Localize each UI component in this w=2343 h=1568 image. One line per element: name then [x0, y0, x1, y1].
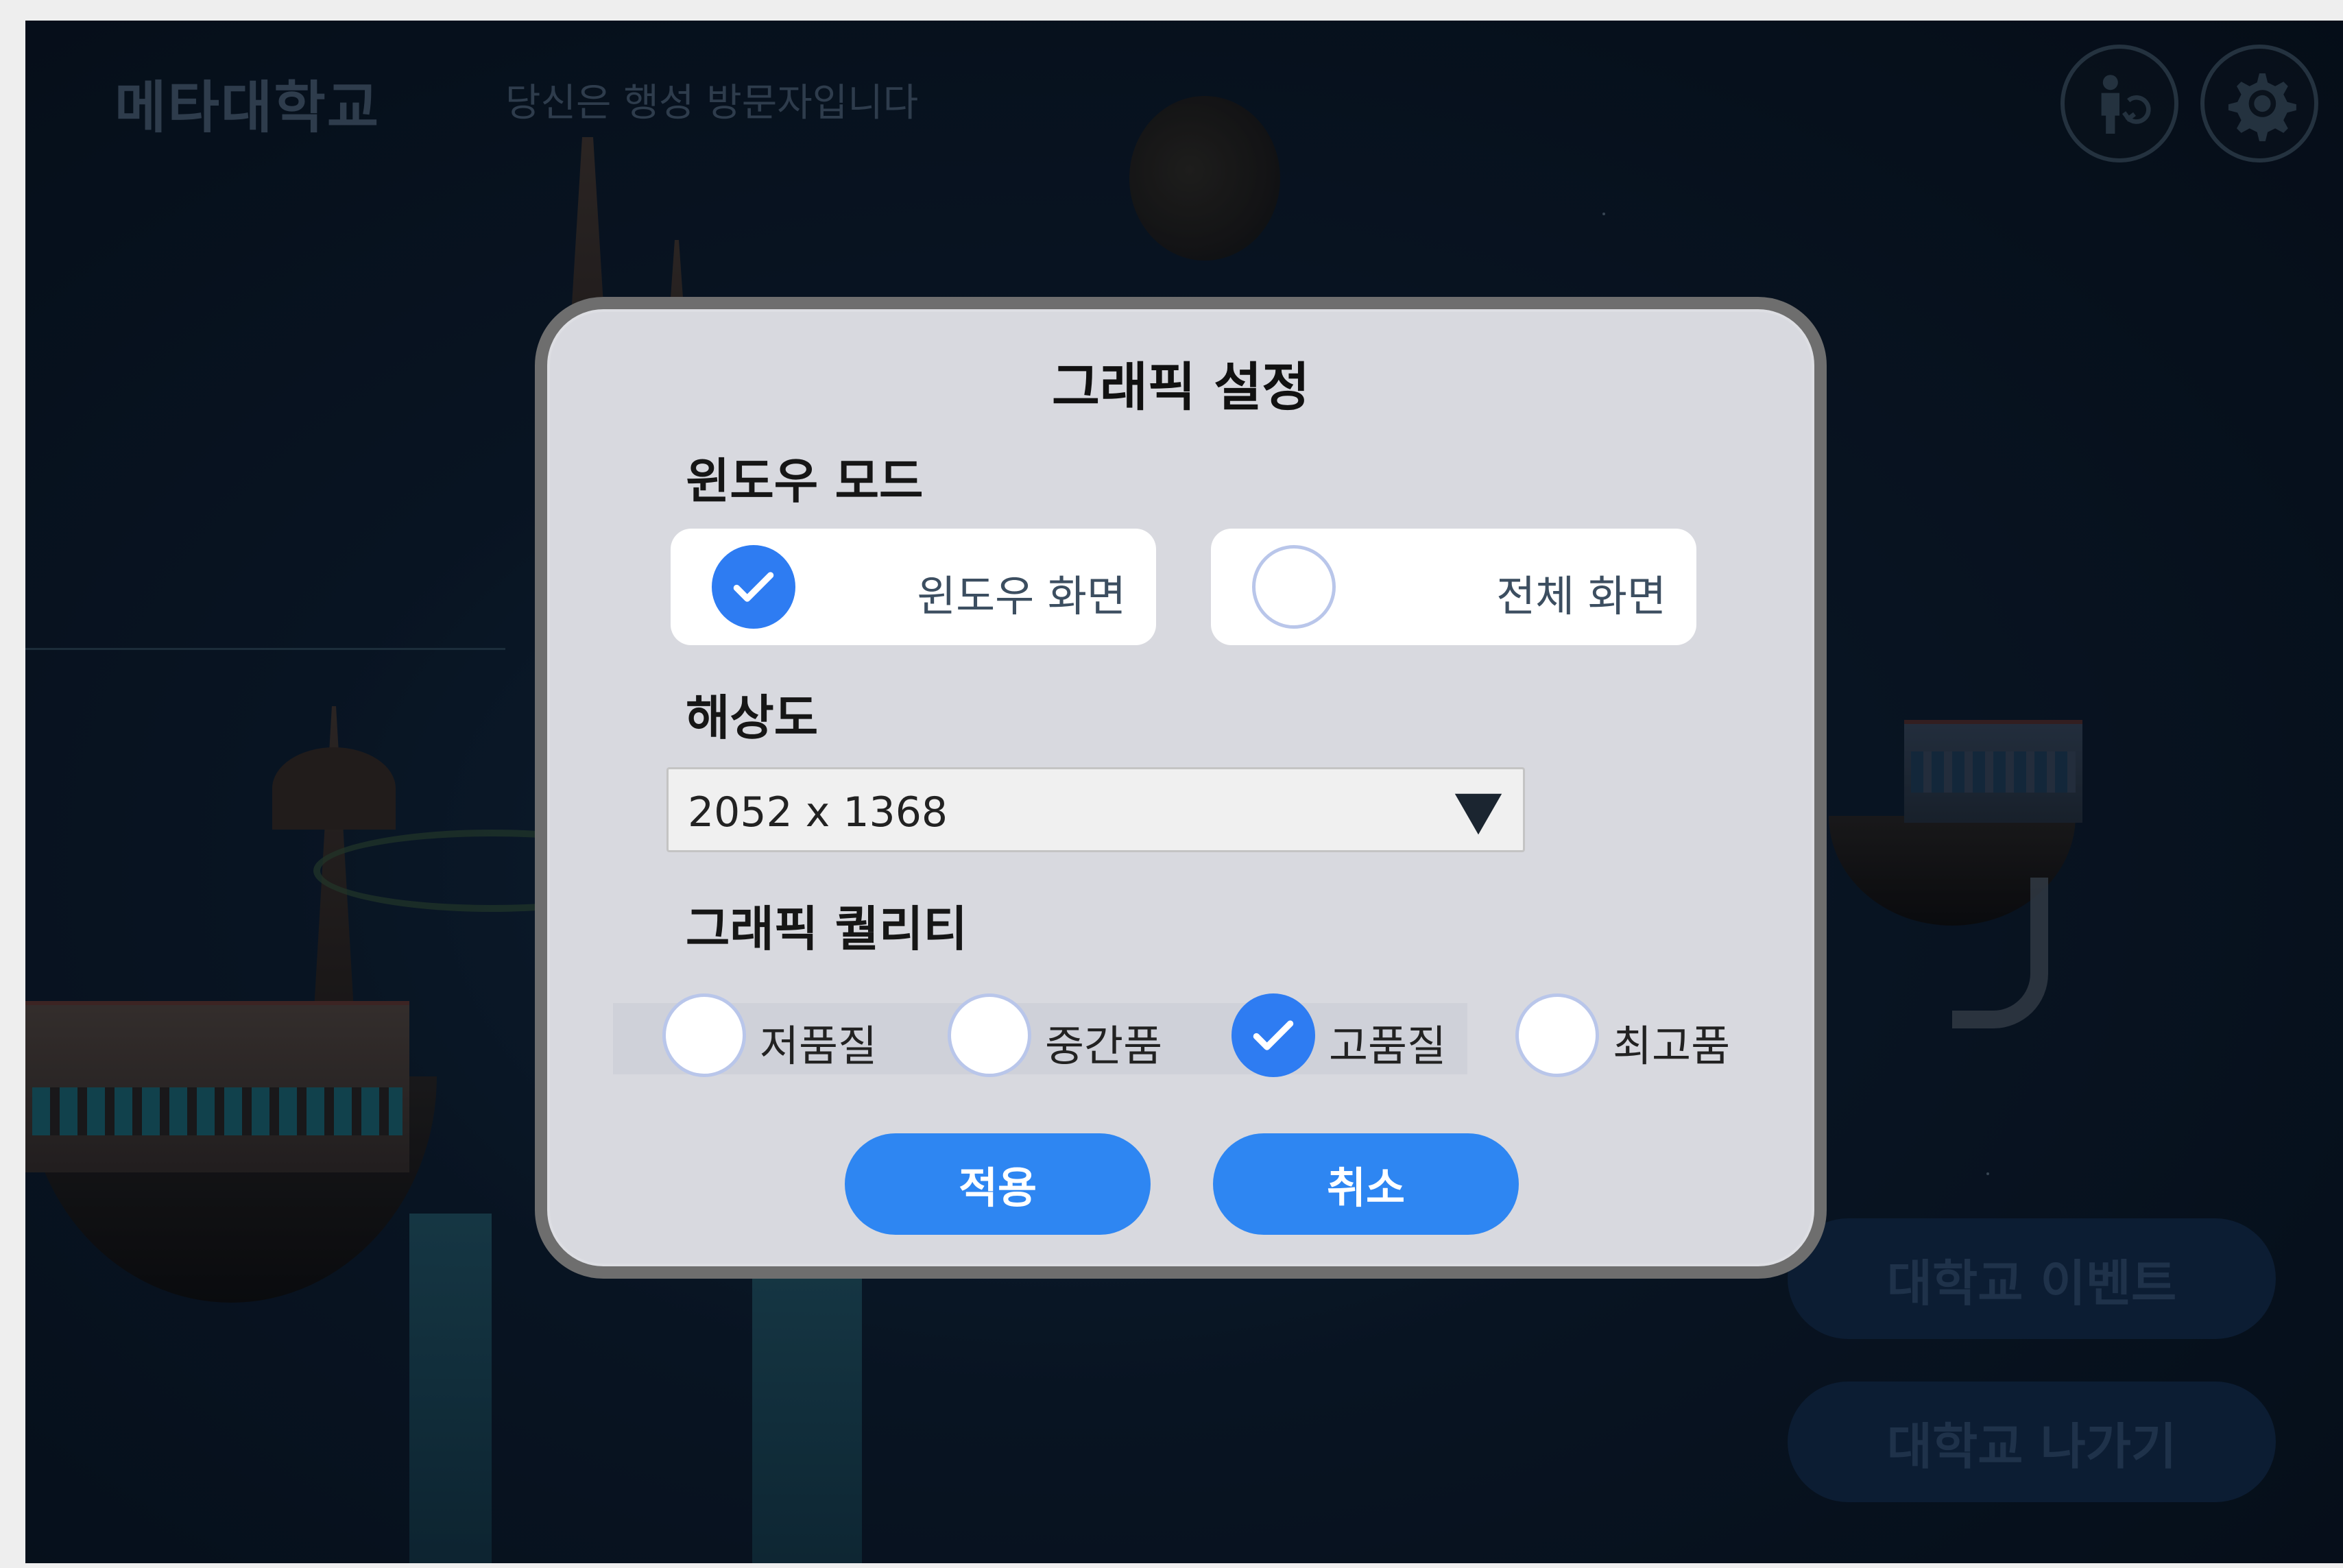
option-label: 고품질: [1329, 1021, 1447, 1071]
checkmark-icon: [733, 572, 774, 602]
radio-unchecked[interactable]: [948, 993, 1031, 1077]
avatar-switch-icon: [2101, 75, 2151, 134]
option-label: 전체 화면: [1496, 571, 1666, 621]
avatar-switch-button[interactable]: [2060, 45, 2178, 162]
graphics-quality-label: 그래픽 퀄리티: [686, 901, 968, 957]
dialog-title: 그래픽 설정: [1051, 357, 1310, 418]
cancel-button[interactable]: 취소: [1213, 1133, 1519, 1235]
resolution-dropdown[interactable]: 2052 x 1368: [666, 767, 1525, 852]
gear-icon: [2228, 73, 2296, 141]
radio-checked[interactable]: [1231, 993, 1315, 1077]
app-title: 메타대학교: [115, 75, 381, 141]
option-label: 중간품: [1045, 1021, 1163, 1071]
checkmark-icon: [1253, 1020, 1294, 1050]
option-label: 최고품: [1613, 1021, 1731, 1071]
option-label: 저품질: [760, 1021, 878, 1071]
window-mode-option-windowed[interactable]: 윈도우 화면: [671, 529, 1156, 645]
resolution-value: 2052 x 1368: [688, 788, 948, 836]
settings-button[interactable]: [2200, 45, 2318, 162]
graphics-settings-dialog: 그래픽 설정 윈도우 모드 윈도우 화면 전체 화면 해상도 2052 x 13…: [535, 297, 1827, 1279]
option-label: 윈도우 화면: [917, 571, 1126, 621]
radio-checked[interactable]: [712, 545, 795, 629]
window-mode-label: 윈도우 모드: [686, 453, 924, 509]
university-exit-button[interactable]: 대학교 나가기: [1788, 1382, 2276, 1502]
dropdown-arrow-icon[interactable]: [1447, 780, 1509, 842]
window-mode-option-fullscreen[interactable]: 전체 화면: [1211, 529, 1696, 645]
apply-button[interactable]: 적용: [845, 1133, 1151, 1235]
radio-unchecked[interactable]: [662, 993, 746, 1077]
radio-unchecked[interactable]: [1515, 993, 1599, 1077]
visitor-status: 당신은 행성 방문자입니다: [505, 81, 919, 125]
university-event-button[interactable]: 대학교 이벤트: [1788, 1218, 2276, 1339]
resolution-label: 해상도: [686, 690, 819, 746]
radio-unchecked[interactable]: [1252, 545, 1336, 629]
